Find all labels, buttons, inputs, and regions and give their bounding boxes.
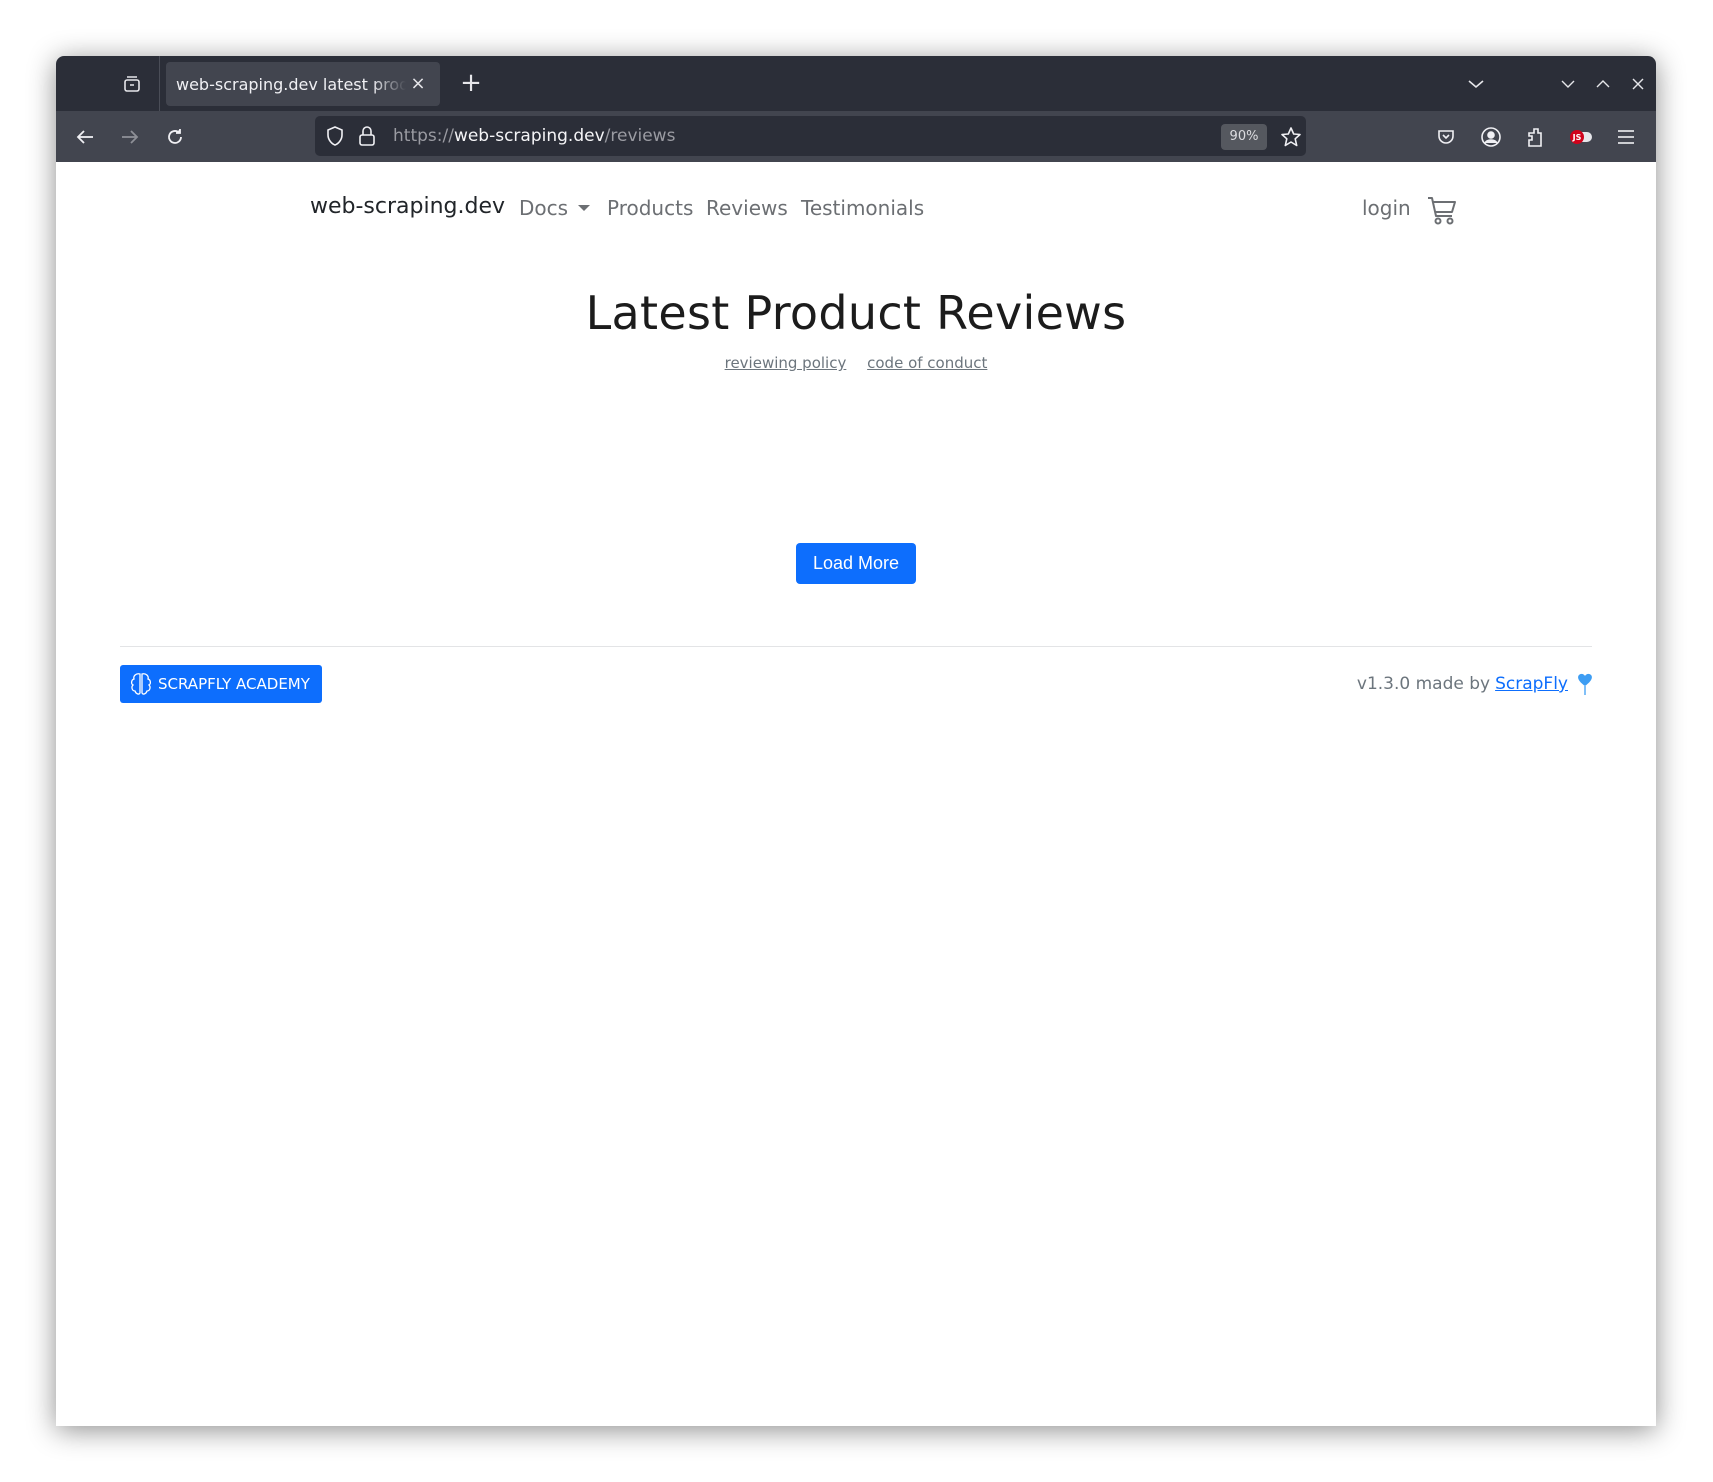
tracking-protection-button[interactable] [323,124,347,148]
balloon-heart-icon [1578,673,1592,695]
reload-button[interactable] [158,120,192,154]
cart-icon [1428,197,1456,225]
arrow-right-icon [122,130,139,144]
tab-tray-icon [124,76,140,92]
back-button[interactable] [68,120,102,154]
close-window-button[interactable] [1624,70,1652,98]
tab-separator [159,56,160,111]
site-navbar: web-scraping.dev Docs Products Reviews T… [310,186,1460,236]
url-path: /reviews [604,126,676,146]
tab-bar: web-scraping.dev latest product reviews … [56,56,1656,111]
chevron-down-icon [1468,80,1484,89]
minimize-icon [1561,80,1575,88]
code-of-conduct-link[interactable]: code of conduct [867,354,987,372]
nav-testimonials-link[interactable]: Testimonials [801,196,924,220]
reload-icon [168,129,182,144]
list-all-tabs-button[interactable] [1462,70,1490,98]
address-bar[interactable]: https://web-scraping.dev/reviews 90% [315,116,1306,156]
site-brand-link[interactable]: web-scraping.dev [310,194,505,219]
scrapfly-academy-button[interactable]: SCRAPFLY ACADEMY [120,665,322,703]
hamburger-menu-icon [1618,130,1634,144]
javascript-toggle-icon: JS [1570,130,1592,144]
version-text: v1.3.0 made by [1356,674,1491,694]
active-tab[interactable]: web-scraping.dev latest product reviews … [166,62,440,106]
close-icon [1632,78,1644,90]
shield-icon [327,126,343,146]
pocket-icon [1438,130,1454,144]
new-tab-button[interactable]: + [454,67,488,101]
caret-down-icon [578,205,591,211]
cart-button[interactable] [1426,194,1460,228]
nav-products-link[interactable]: Products [607,196,693,220]
footer-credits: v1.3.0 made by ScrapFly [1357,672,1594,696]
site-security-button[interactable] [355,124,379,148]
maximize-icon [1596,80,1610,88]
footer-divider [120,646,1592,647]
forward-button[interactable] [113,120,147,154]
account-button[interactable] [1474,120,1508,154]
academy-label: SCRAPFLY ACADEMY [158,675,310,693]
page-title: Latest Product Reviews [585,286,1127,340]
app-menu-button[interactable] [1609,120,1643,154]
puzzle-icon [1528,128,1542,147]
lock-icon [359,126,375,146]
bookmark-button[interactable] [1277,123,1305,151]
reviewing-policy-link[interactable]: reviewing policy [725,354,847,372]
login-link[interactable]: login [1362,196,1411,220]
brain-icon [130,673,152,695]
tab-overview-button[interactable] [116,68,148,100]
load-more-button[interactable]: Load More [796,543,916,584]
zoom-level-badge[interactable]: 90% [1221,124,1267,150]
nav-docs-dropdown[interactable]: Docs [519,196,591,220]
account-icon [1481,127,1501,147]
url-scheme: https:// [393,126,454,146]
minimize-button[interactable] [1554,70,1582,98]
navigation-toolbar: https://web-scraping.dev/reviews 90% JS [56,111,1656,162]
arrow-left-icon [76,130,93,144]
nav-reviews-link[interactable]: Reviews [706,196,788,220]
js-toggle-extension[interactable]: JS [1564,120,1598,154]
maximize-button[interactable] [1589,70,1617,98]
page-content: web-scraping.dev Docs Products Reviews T… [56,162,1656,1426]
pocket-button[interactable] [1429,120,1463,154]
scrapfly-link[interactable]: ScrapFly [1495,674,1568,694]
tab-close-button[interactable]: × [406,72,430,96]
nav-docs-label: Docs [519,196,569,220]
browser-window: web-scraping.dev latest product reviews … [56,56,1656,1426]
policy-links: reviewing policy code of conduct [56,354,1656,372]
url-host: web-scraping.dev [453,126,605,146]
svg-text:JS: JS [1572,133,1582,142]
star-icon [1281,127,1301,147]
tab-title: web-scraping.dev latest product reviews [176,74,406,94]
extensions-button[interactable] [1519,120,1553,154]
url-text[interactable]: https://web-scraping.dev/reviews [393,116,675,156]
